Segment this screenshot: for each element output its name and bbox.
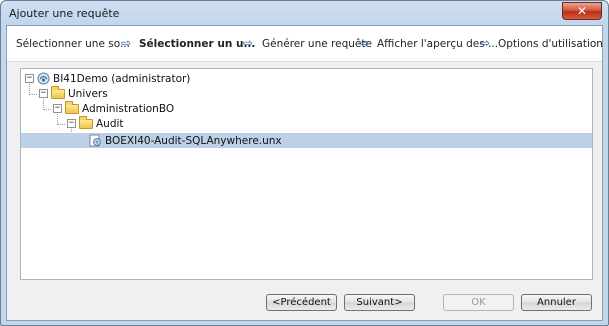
tree-node-audit[interactable]: − Audit [67, 115, 124, 131]
collapse-icon[interactable]: − [39, 89, 48, 98]
dialog-body: Sélectionner une so... ⇨ Sélectionner un… [6, 25, 603, 321]
tree-connector [29, 94, 37, 95]
step-select-source[interactable]: Sélectionner une so... [16, 38, 130, 50]
tree-node-administrationbo[interactable]: − AdministrationBO [53, 100, 175, 116]
title-bar[interactable]: Ajouter une requête ✕ [1, 1, 608, 25]
close-icon: ✕ [576, 4, 588, 18]
collapse-icon[interactable]: − [25, 74, 34, 83]
tree-node-label: Univers [68, 87, 108, 100]
folder-icon [79, 115, 93, 129]
folder-icon [65, 100, 79, 114]
folder-icon [51, 85, 65, 99]
ok-button[interactable]: OK [443, 294, 514, 311]
next-button[interactable]: Suivant> [344, 294, 415, 311]
step-select-universe[interactable]: Sélectionner un u... [139, 38, 255, 50]
dialog-window: Ajouter une requête ✕ Sélectionner une s… [0, 0, 609, 326]
tree-connector [57, 124, 65, 125]
universe-tree[interactable]: − BI41Demo (administrator) − Univers − A… [20, 68, 593, 280]
tree-node-server[interactable]: − BI41Demo (administrator) [25, 71, 190, 86]
tree-connector [43, 109, 51, 110]
tree-node-universe-file[interactable]: BOEXI40-Audit-SQLAnywhere.unx [21, 133, 592, 148]
step-arrow-icon: ⇨ [359, 36, 370, 50]
window-title: Ajouter une requête [9, 7, 120, 20]
close-button[interactable]: ✕ [562, 2, 602, 20]
step-build-query[interactable]: Générer une requête [262, 38, 372, 50]
wizard-steps: Sélectionner une so... ⇨ Sélectionner un… [7, 26, 603, 62]
step-arrow-icon: ⇨ [121, 36, 132, 50]
server-icon [37, 72, 50, 85]
collapse-icon[interactable]: − [67, 119, 76, 128]
tree-node-univers[interactable]: − Univers [39, 85, 108, 101]
tree-node-label: BOEXI40-Audit-SQLAnywhere.unx [105, 134, 282, 147]
previous-button[interactable]: <Précédent [266, 294, 337, 311]
universe-icon [89, 134, 101, 147]
tree-node-label: AdministrationBO [82, 102, 175, 115]
collapse-icon[interactable]: − [53, 104, 62, 113]
tree-node-label: BI41Demo (administrator) [53, 72, 191, 85]
step-usage-options[interactable]: Options d'utilisation [498, 38, 603, 50]
step-arrow-icon: ⇨ [243, 36, 254, 50]
tree-node-label: Audit [96, 117, 124, 130]
step-arrow-icon: ⇨ [480, 36, 491, 50]
cancel-button[interactable]: Annuler [521, 294, 592, 311]
